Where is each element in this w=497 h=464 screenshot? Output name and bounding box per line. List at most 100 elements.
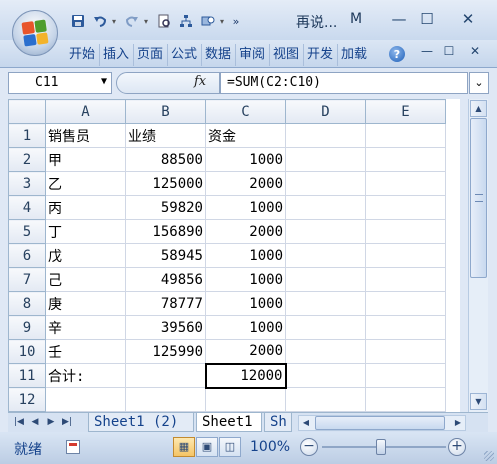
cell-a1[interactable]: 销售员 [45, 123, 126, 148]
cell-d10[interactable] [285, 339, 366, 364]
page-layout-view-button[interactable]: ▣ [196, 437, 218, 457]
cell-d9[interactable] [285, 315, 366, 340]
cell-e7[interactable] [365, 267, 446, 292]
resize-grip-icon[interactable] [484, 451, 494, 461]
tab-home[interactable]: 开始 [66, 44, 100, 66]
help-icon[interactable]: ? [389, 46, 405, 62]
cell-a4[interactable]: 丙 [45, 195, 126, 220]
row-header[interactable]: 2 [8, 147, 46, 172]
vertical-scroll-thumb[interactable] [470, 118, 487, 278]
cell-e3[interactable] [365, 171, 446, 196]
cell-a10[interactable]: 壬 [45, 339, 126, 364]
cell-e2[interactable] [365, 147, 446, 172]
last-sheet-icon[interactable]: ▶| [60, 415, 74, 430]
cell-d2[interactable] [285, 147, 366, 172]
expand-formula-bar-icon[interactable]: ⌄ [469, 72, 489, 94]
cell-e11[interactable] [365, 363, 446, 388]
cell-d7[interactable] [285, 267, 366, 292]
cell-c12[interactable] [205, 387, 286, 412]
insert-function-icon[interactable]: fx [194, 74, 206, 89]
scroll-right-icon[interactable]: ▶ [451, 416, 465, 430]
cell-b12[interactable] [125, 387, 206, 412]
column-header-e[interactable]: E [365, 99, 446, 124]
workbook-restore-button[interactable]: ☐ [440, 44, 458, 58]
minimize-button[interactable]: — [386, 8, 412, 30]
cell-c5[interactable]: 2000 [205, 219, 286, 244]
cell-d3[interactable] [285, 171, 366, 196]
cell-b6[interactable]: 58945 [125, 243, 206, 268]
cell-a6[interactable]: 戊 [45, 243, 126, 268]
row-header[interactable]: 8 [8, 291, 46, 316]
next-sheet-icon[interactable]: ▶ [44, 415, 58, 430]
sheet-tab-partial[interactable]: Sh [264, 413, 292, 432]
vertical-scrollbar[interactable]: ▲ ▼ [468, 99, 488, 412]
cell-d8[interactable] [285, 291, 366, 316]
cell-b8[interactable]: 78777 [125, 291, 206, 316]
cell-b11[interactable] [125, 363, 206, 388]
cell-c1[interactable]: 资金 [205, 123, 286, 148]
tab-insert[interactable]: 插入 [100, 44, 134, 66]
cell-a2[interactable]: 甲 [45, 147, 126, 172]
tab-view[interactable]: 视图 [270, 44, 304, 66]
maximize-button[interactable]: ☐ [414, 8, 440, 30]
tab-add-ins[interactable]: 加载 [338, 44, 372, 66]
print-preview-icon[interactable] [154, 11, 174, 31]
redo-dropdown-icon[interactable]: ▾ [144, 17, 152, 26]
page-break-view-button[interactable]: ◫ [219, 437, 241, 457]
shapes-dropdown-icon[interactable]: ▾ [220, 17, 228, 26]
save-icon[interactable] [68, 11, 88, 31]
tab-formulas[interactable]: 公式 [168, 44, 202, 66]
sheet-tab-sheet1[interactable]: Sheet1 [196, 413, 262, 432]
zoom-out-button[interactable]: − [300, 438, 318, 456]
cell-a3[interactable]: 乙 [45, 171, 126, 196]
cell-e5[interactable] [365, 219, 446, 244]
cell-e4[interactable] [365, 195, 446, 220]
zoom-in-button[interactable]: + [448, 438, 466, 456]
row-header[interactable]: 10 [8, 339, 46, 364]
name-box[interactable]: C11 ▼ [8, 72, 112, 94]
zoom-slider-thumb[interactable] [376, 439, 386, 455]
cell-d4[interactable] [285, 195, 366, 220]
row-header[interactable]: 1 [8, 123, 46, 148]
cell-b9[interactable]: 39560 [125, 315, 206, 340]
cell-d12[interactable] [285, 387, 366, 412]
tab-developer[interactable]: 开发 [304, 44, 338, 66]
workbook-minimize-button[interactable]: — [418, 44, 436, 58]
cell-e8[interactable] [365, 291, 446, 316]
cell-b10[interactable]: 125990 [125, 339, 206, 364]
cell-b4[interactable]: 59820 [125, 195, 206, 220]
row-header[interactable]: 7 [8, 267, 46, 292]
cell-d11[interactable] [285, 363, 366, 388]
cell-a8[interactable]: 庚 [45, 291, 126, 316]
cell-c3[interactable]: 2000 [205, 171, 286, 196]
column-header-d[interactable]: D [285, 99, 366, 124]
cell-b2[interactable]: 88500 [125, 147, 206, 172]
first-sheet-icon[interactable]: |◀ [12, 415, 26, 430]
cell-a5[interactable]: 丁 [45, 219, 126, 244]
row-header[interactable]: 9 [8, 315, 46, 340]
cell-e12[interactable] [365, 387, 446, 412]
cell-b5[interactable]: 156890 [125, 219, 206, 244]
cell-e10[interactable] [365, 339, 446, 364]
scroll-down-icon[interactable]: ▼ [470, 393, 487, 410]
cell-a11[interactable]: 合计: [45, 363, 126, 388]
row-header[interactable]: 3 [8, 171, 46, 196]
cell-e6[interactable] [365, 243, 446, 268]
cell-a12[interactable] [45, 387, 126, 412]
horizontal-scroll-thumb[interactable] [315, 416, 445, 430]
customize-qat-icon[interactable]: » [230, 11, 242, 31]
column-header-c[interactable]: C [205, 99, 286, 124]
workbook-close-button[interactable]: ✕ [466, 44, 484, 58]
org-chart-icon[interactable] [176, 11, 196, 31]
column-header-a[interactable]: A [45, 99, 126, 124]
normal-view-button[interactable]: ▦ [173, 437, 195, 457]
name-box-dropdown-icon[interactable]: ▼ [101, 76, 107, 87]
cell-c6[interactable]: 1000 [205, 243, 286, 268]
cell-c7[interactable]: 1000 [205, 267, 286, 292]
tab-data[interactable]: 数据 [202, 44, 236, 66]
cell-a7[interactable]: 己 [45, 267, 126, 292]
row-header[interactable]: 4 [8, 195, 46, 220]
row-header[interactable]: 6 [8, 243, 46, 268]
scroll-up-icon[interactable]: ▲ [470, 100, 487, 117]
formula-input[interactable]: =SUM(C2:C10) [220, 72, 468, 94]
